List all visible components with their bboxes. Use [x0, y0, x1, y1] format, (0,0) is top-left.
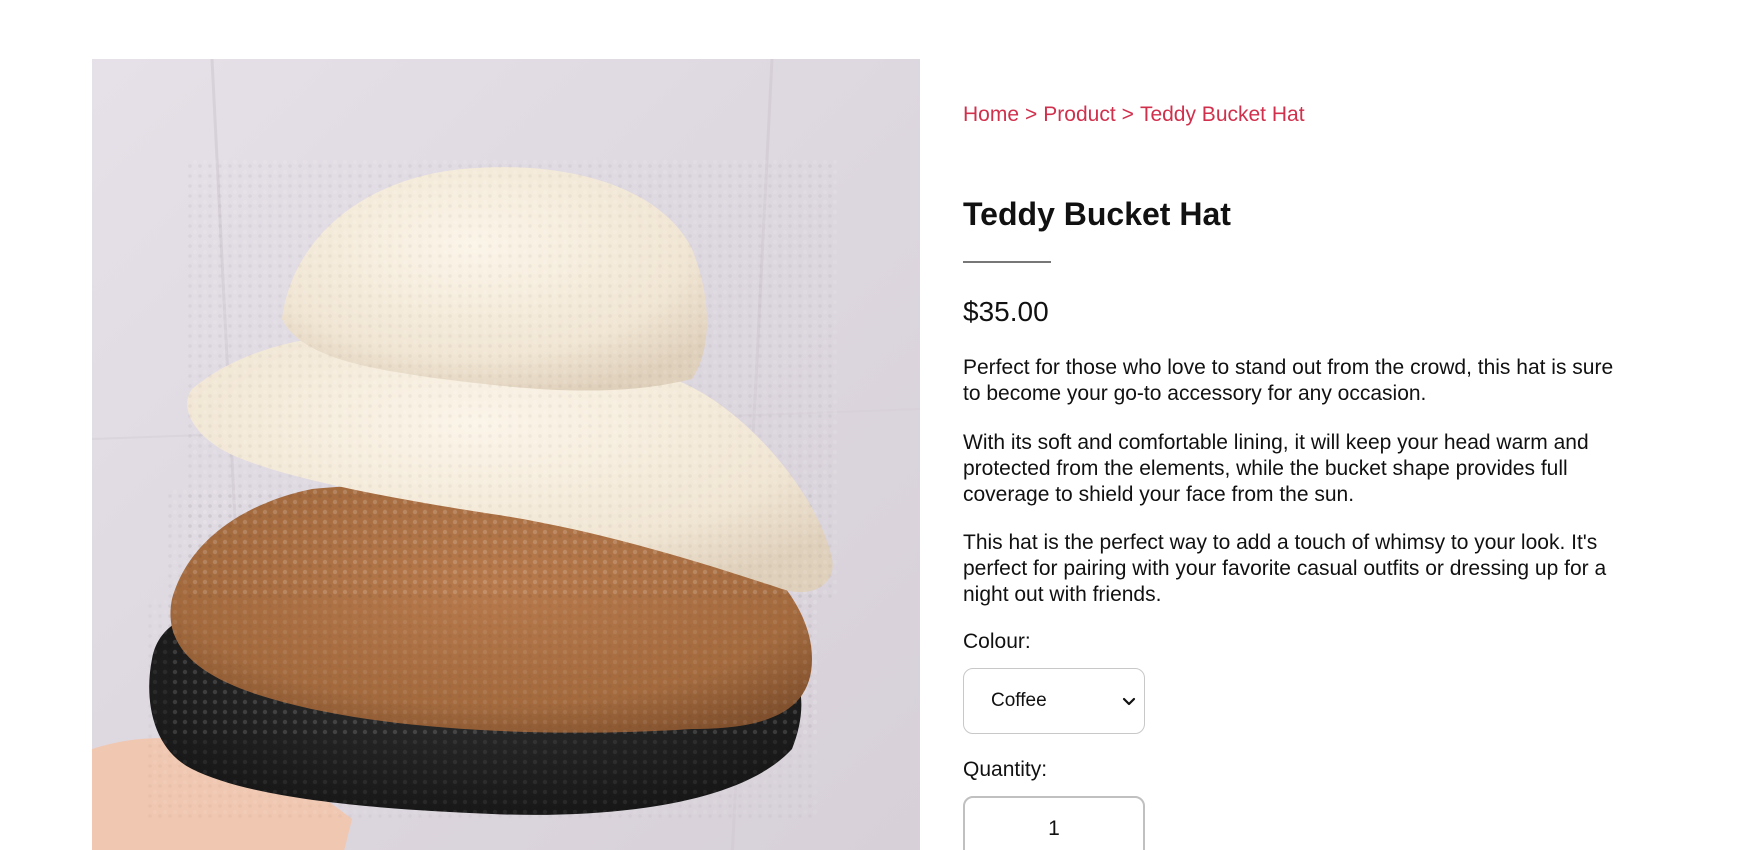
product-description-2: With its soft and comfortable lining, it…: [963, 431, 1589, 506]
product-page: Home > Product > Teddy Bucket Hat Teddy Buck…: [0, 0, 1750, 850]
product-title: Teddy Bucket Hat: [963, 196, 1231, 232]
breadcrumb: Home > Product > Teddy Bucket Hat: [963, 103, 1305, 127]
colour-select[interactable]: Coffee: [963, 668, 1145, 734]
breadcrumb-separator: >: [1025, 103, 1038, 126]
product-description-3: This hat is the perfect way to add a tou…: [963, 531, 1607, 606]
breadcrumb-separator: >: [1121, 103, 1134, 126]
colour-label: Colour:: [963, 630, 1031, 653]
colour-select-value: Coffee: [991, 690, 1047, 711]
title-divider: [963, 261, 1051, 263]
chevron-down-icon: [1122, 697, 1136, 706]
breadcrumb-current-link[interactable]: Teddy Bucket Hat: [1140, 103, 1305, 126]
breadcrumb-home-link[interactable]: Home: [963, 103, 1019, 126]
product-photo: [92, 59, 920, 850]
quantity-input[interactable]: [963, 796, 1145, 850]
quantity-label: Quantity:: [963, 758, 1048, 781]
breadcrumb-product-link[interactable]: Product: [1043, 103, 1115, 126]
product-price: $35.00: [963, 296, 1049, 327]
product-description-1: Perfect for those who love to stand out …: [963, 356, 1614, 405]
product-image: [92, 59, 920, 850]
